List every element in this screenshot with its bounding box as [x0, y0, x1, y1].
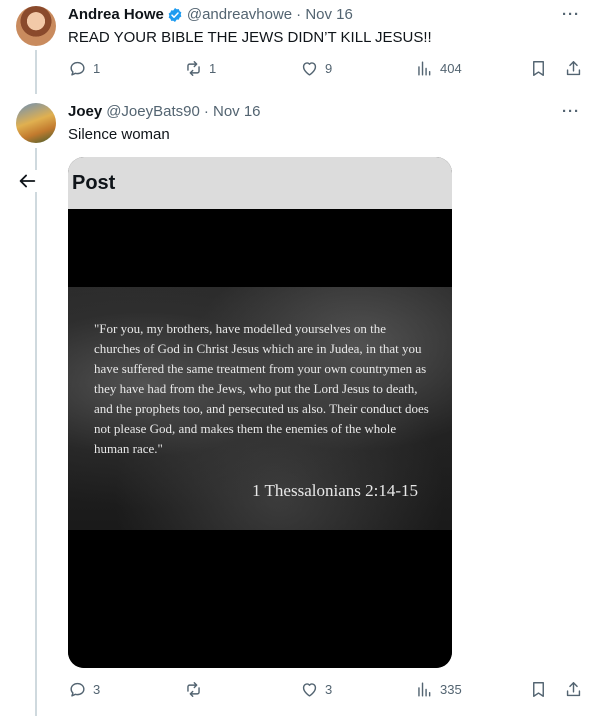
views-icon: [418, 682, 431, 697]
thread-connector-line: [35, 50, 37, 94]
views-button[interactable]: 404: [415, 59, 462, 78]
back-arrow-icon: [19, 174, 36, 188]
tweet-date[interactable]: · Nov 16: [204, 103, 261, 120]
author-handle[interactable]: @andreavhowe: [187, 6, 292, 23]
scripture-reference: 1 Thessalonians 2:14-15: [252, 481, 418, 500]
tweet-header: Andrea Howe @andreavhowe · Nov 16: [68, 6, 353, 23]
more-icon[interactable]: ···: [562, 103, 580, 120]
reply-count: 3: [93, 682, 101, 697]
bookmark-icon: [533, 682, 544, 697]
tweet-date[interactable]: · Nov 16: [296, 6, 353, 23]
tweet-text: Silence woman: [68, 126, 170, 143]
bookmark-icon: [533, 61, 544, 76]
view-count: 335: [440, 682, 462, 697]
share-icon: [566, 682, 581, 697]
share-button[interactable]: [564, 680, 583, 699]
tweet-actions: 3 3 335: [68, 680, 584, 702]
views-button[interactable]: 335: [415, 680, 462, 699]
retweet-icon: [187, 682, 200, 697]
tweet-header: Joey @JoeyBats90 · Nov 16: [68, 103, 261, 120]
verified-badge-icon: [168, 7, 182, 22]
retweet-button[interactable]: 1: [184, 59, 216, 78]
embedded-post-title: Post: [72, 171, 116, 194]
reply-button[interactable]: 3: [68, 680, 100, 699]
share-button[interactable]: [564, 59, 583, 78]
like-button[interactable]: 3: [300, 680, 332, 699]
share-icon: [566, 61, 581, 76]
like-button[interactable]: 9: [300, 59, 332, 78]
embedded-post-card[interactable]: Post "For you, my brothers, have modelle…: [68, 157, 452, 668]
like-icon: [302, 62, 317, 76]
like-count: 9: [325, 61, 333, 76]
scripture-quote-panel: "For you, my brothers, have modelled you…: [68, 287, 452, 530]
back-button[interactable]: [16, 170, 38, 192]
embedded-post-header: Post: [68, 157, 452, 209]
avatar[interactable]: [16, 6, 56, 46]
avatar[interactable]: [16, 103, 56, 143]
author-name[interactable]: Andrea Howe: [68, 6, 164, 23]
reply-icon: [70, 61, 85, 76]
bookmark-button[interactable]: [529, 680, 548, 699]
retweet-count: 1: [209, 61, 217, 76]
like-icon: [302, 683, 317, 697]
author-name[interactable]: Joey: [68, 103, 102, 120]
tweet-actions: 1 1 9 404: [68, 59, 584, 81]
retweet-icon: [187, 61, 200, 76]
like-count: 3: [325, 682, 333, 697]
retweet-button[interactable]: [184, 680, 209, 699]
tweet-text: READ YOUR BIBLE THE JEWS DIDN’T KILL JES…: [68, 29, 432, 46]
views-icon: [418, 61, 431, 76]
more-icon[interactable]: ···: [562, 6, 580, 23]
thread-connector-line: [35, 148, 37, 716]
reply-count: 1: [93, 61, 101, 76]
embedded-post-image[interactable]: "For you, my brothers, have modelled you…: [68, 209, 452, 668]
reply-icon: [70, 682, 85, 697]
author-handle[interactable]: @JoeyBats90: [106, 103, 200, 120]
reply-button[interactable]: 1: [68, 59, 100, 78]
bookmark-button[interactable]: [529, 59, 548, 78]
view-count: 404: [440, 61, 462, 76]
scripture-quote-text: "For you, my brothers, have modelled you…: [94, 321, 429, 456]
